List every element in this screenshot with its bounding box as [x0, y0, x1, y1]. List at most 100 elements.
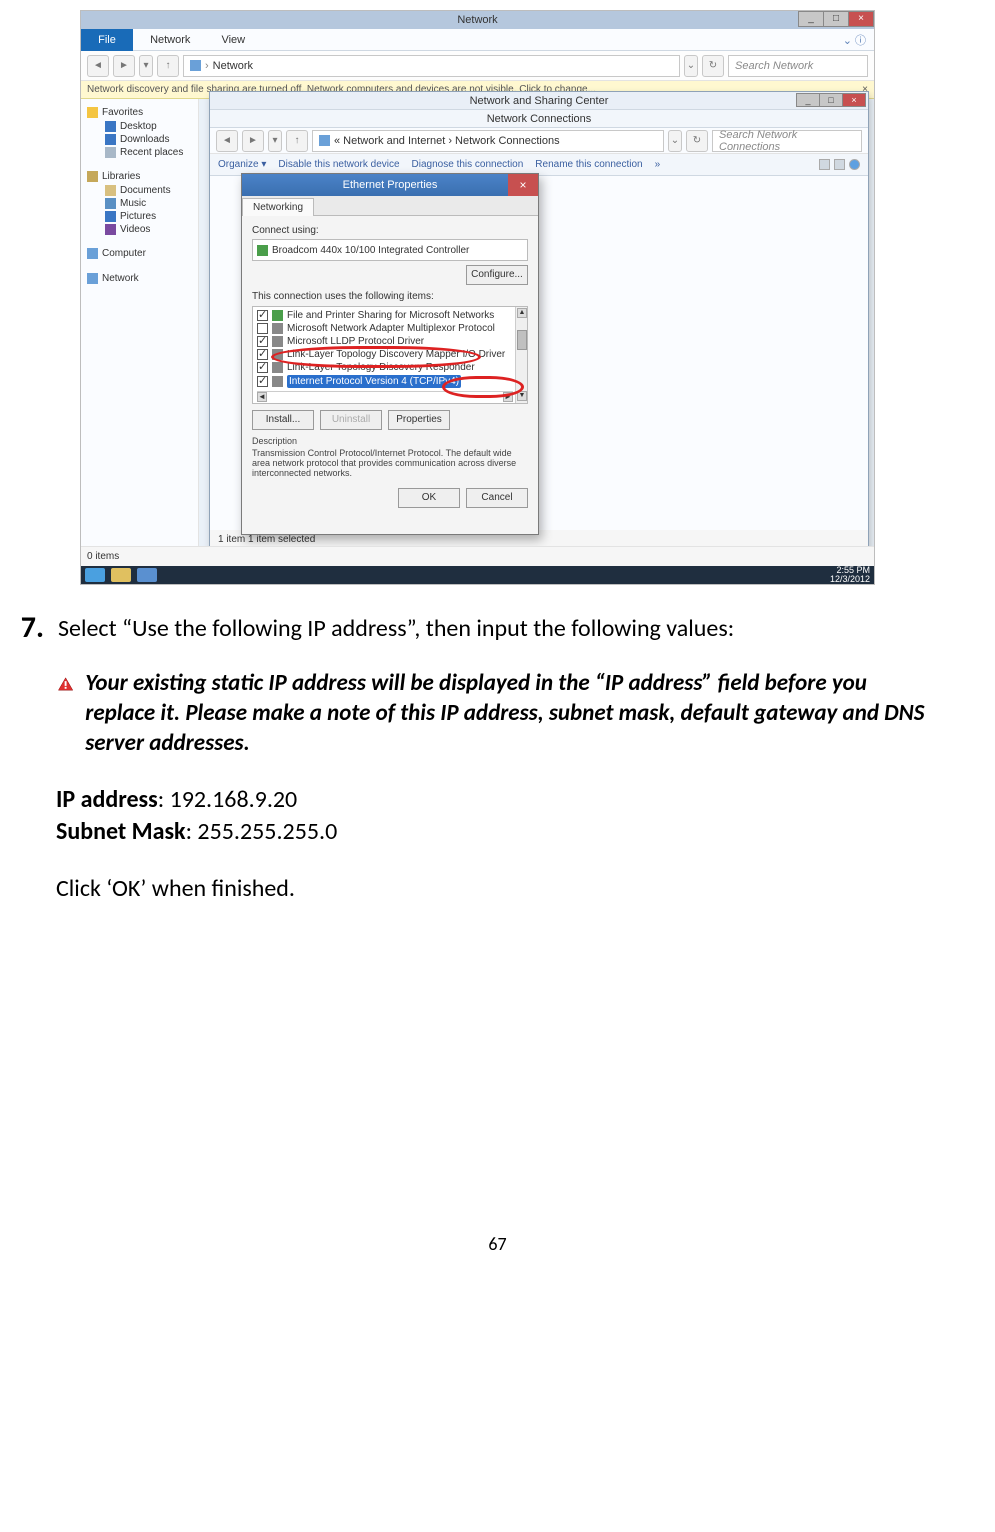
ie-icon[interactable] [85, 568, 105, 582]
nsc-back[interactable]: ◄ [216, 130, 238, 152]
checkbox-icon[interactable] [257, 376, 268, 387]
address-field[interactable]: › Network [183, 55, 680, 77]
nsc-address-field[interactable]: « Network and Internet › Network Connect… [312, 130, 664, 152]
dialog-buttons: OK Cancel [252, 488, 528, 508]
component-icon [272, 362, 283, 373]
component-icon [272, 323, 283, 334]
sidebar-item-music[interactable]: Music [87, 197, 192, 210]
checkbox-icon[interactable] [257, 349, 268, 360]
explorer-task-icon[interactable] [111, 568, 131, 582]
sidebar-item-videos[interactable]: Videos [87, 223, 192, 236]
nsc-title: Network and Sharing Center _ □ × [210, 92, 868, 110]
description-box: Description Transmission Control Protoco… [252, 436, 528, 478]
favorites-header[interactable]: Favorites [87, 105, 192, 120]
dropdown-button[interactable]: ⌄ [684, 55, 698, 77]
properties-button[interactable]: Properties [388, 410, 450, 430]
eth-close-button[interactable]: × [508, 174, 538, 196]
help-round-icon[interactable] [849, 159, 860, 170]
sidebar-item-desktop[interactable]: Desktop [87, 120, 192, 133]
maximize-button[interactable]: □ [823, 11, 849, 27]
nsc-refresh[interactable]: ↻ [686, 130, 708, 152]
ok-button[interactable]: OK [398, 488, 460, 508]
rename-button[interactable]: Rename this connection [535, 159, 642, 170]
item-ipv4[interactable]: Internet Protocol Version 4 (TCP/IPv4) [257, 374, 513, 389]
component-icon [272, 336, 283, 347]
component-icon [272, 376, 283, 387]
checkbox-icon[interactable] [257, 323, 268, 334]
nsc-subtitle: Network Connections [210, 110, 868, 128]
diagnose-button[interactable]: Diagnose this connection [412, 159, 524, 170]
sidebar-item-documents[interactable]: Documents [87, 184, 192, 197]
star-icon [87, 107, 98, 118]
subnet-mask-line: Subnet Mask: 255.255.255.0 [56, 816, 939, 848]
nsc-search[interactable]: Search Network Connections [712, 130, 862, 152]
item-lldp[interactable]: Microsoft LLDP Protocol Driver [257, 335, 513, 348]
install-button[interactable]: Install... [252, 410, 314, 430]
pictures-icon [105, 211, 116, 222]
item-multiplexor[interactable]: Microsoft Network Adapter Multiplexor Pr… [257, 322, 513, 335]
back-button[interactable]: ◄ [87, 55, 109, 77]
computer-icon [87, 248, 98, 259]
eth-tab-networking[interactable]: Networking [242, 198, 314, 216]
up-button[interactable]: ↑ [157, 55, 179, 77]
address-bar: ◄ ► ▾ ↑ › Network ⌄ ↻ Search Network [81, 51, 874, 81]
history-button[interactable]: ▾ [139, 55, 153, 77]
ethernet-properties-dialog: Ethernet Properties × Networking Connect… [241, 173, 539, 535]
organize-button[interactable]: Organize ▾ [218, 159, 266, 170]
item-lltd-mapper[interactable]: Link-Layer Topology Discovery Mapper I/O… [257, 348, 513, 361]
page-number: 67 [0, 1233, 995, 1255]
click-ok-text: Click ‘OK’ when finished. [56, 874, 939, 903]
help-icon[interactable]: ⌄ ⓘ [843, 29, 874, 48]
nsc-up[interactable]: ↑ [286, 130, 308, 152]
vertical-scrollbar[interactable]: ▲▼ [515, 307, 527, 403]
tab-network[interactable]: Network [136, 29, 204, 51]
sidebar-item-recent[interactable]: Recent places [87, 146, 192, 159]
nsc-dropdown[interactable]: ⌄ [668, 130, 682, 152]
view-icon[interactable] [819, 159, 830, 170]
forward-button[interactable]: ► [113, 55, 135, 77]
adapter-field: Broadcom 440x 10/100 Integrated Controll… [252, 239, 528, 261]
description-text: Transmission Control Protocol/Internet P… [252, 448, 528, 478]
disable-device-button[interactable]: Disable this network device [278, 159, 399, 170]
task-icon[interactable] [137, 568, 157, 582]
checkbox-icon[interactable] [257, 362, 268, 373]
checkbox-icon[interactable] [257, 310, 268, 321]
file-tab[interactable]: File [81, 29, 133, 51]
preview-icon[interactable] [834, 159, 845, 170]
network-icon [190, 60, 201, 71]
libraries-header[interactable]: Libraries [87, 169, 192, 184]
description-label: Description [252, 436, 528, 446]
system-clock[interactable]: 2:55 PM 12/3/2012 [830, 566, 870, 584]
search-input[interactable]: Search Network [728, 55, 868, 77]
uninstall-button[interactable]: Uninstall [320, 410, 382, 430]
overflow-button[interactable]: » [655, 159, 661, 170]
items-listbox[interactable]: File and Printer Sharing for Microsoft N… [252, 306, 528, 404]
eth-titlebar: Ethernet Properties × [242, 174, 538, 196]
explorer-status-bar: 0 items [81, 546, 874, 566]
tab-view[interactable]: View [207, 29, 259, 51]
nsc-maximize[interactable]: □ [819, 93, 843, 107]
minimize-button[interactable]: _ [798, 11, 824, 27]
sidebar-item-pictures[interactable]: Pictures [87, 210, 192, 223]
nsc-history[interactable]: ▾ [268, 130, 282, 152]
item-lltd-responder[interactable]: Link-Layer Topology Discovery Responder [257, 361, 513, 374]
network-tree-icon [87, 273, 98, 284]
eth-tabs: Networking [242, 196, 538, 216]
cancel-button[interactable]: Cancel [466, 488, 528, 508]
horizontal-scrollbar[interactable]: ◄► [257, 391, 513, 401]
recent-icon [105, 147, 116, 158]
nsc-forward[interactable]: ► [242, 130, 264, 152]
item-file-printer[interactable]: File and Printer Sharing for Microsoft N… [257, 309, 513, 322]
folder-icon [319, 135, 330, 146]
checkbox-icon[interactable] [257, 336, 268, 347]
navigation-pane: Favorites Desktop Downloads Recent place… [81, 99, 199, 556]
sidebar-item-downloads[interactable]: Downloads [87, 133, 192, 146]
nsc-close[interactable]: × [842, 93, 866, 107]
configure-button[interactable]: Configure... [466, 265, 528, 285]
nsc-minimize[interactable]: _ [796, 93, 820, 107]
taskbar: 2:55 PM 12/3/2012 [81, 566, 874, 584]
refresh-button[interactable]: ↻ [702, 55, 724, 77]
computer-header[interactable]: Computer [87, 246, 192, 261]
close-button[interactable]: × [848, 11, 874, 27]
network-header[interactable]: Network [87, 271, 192, 286]
